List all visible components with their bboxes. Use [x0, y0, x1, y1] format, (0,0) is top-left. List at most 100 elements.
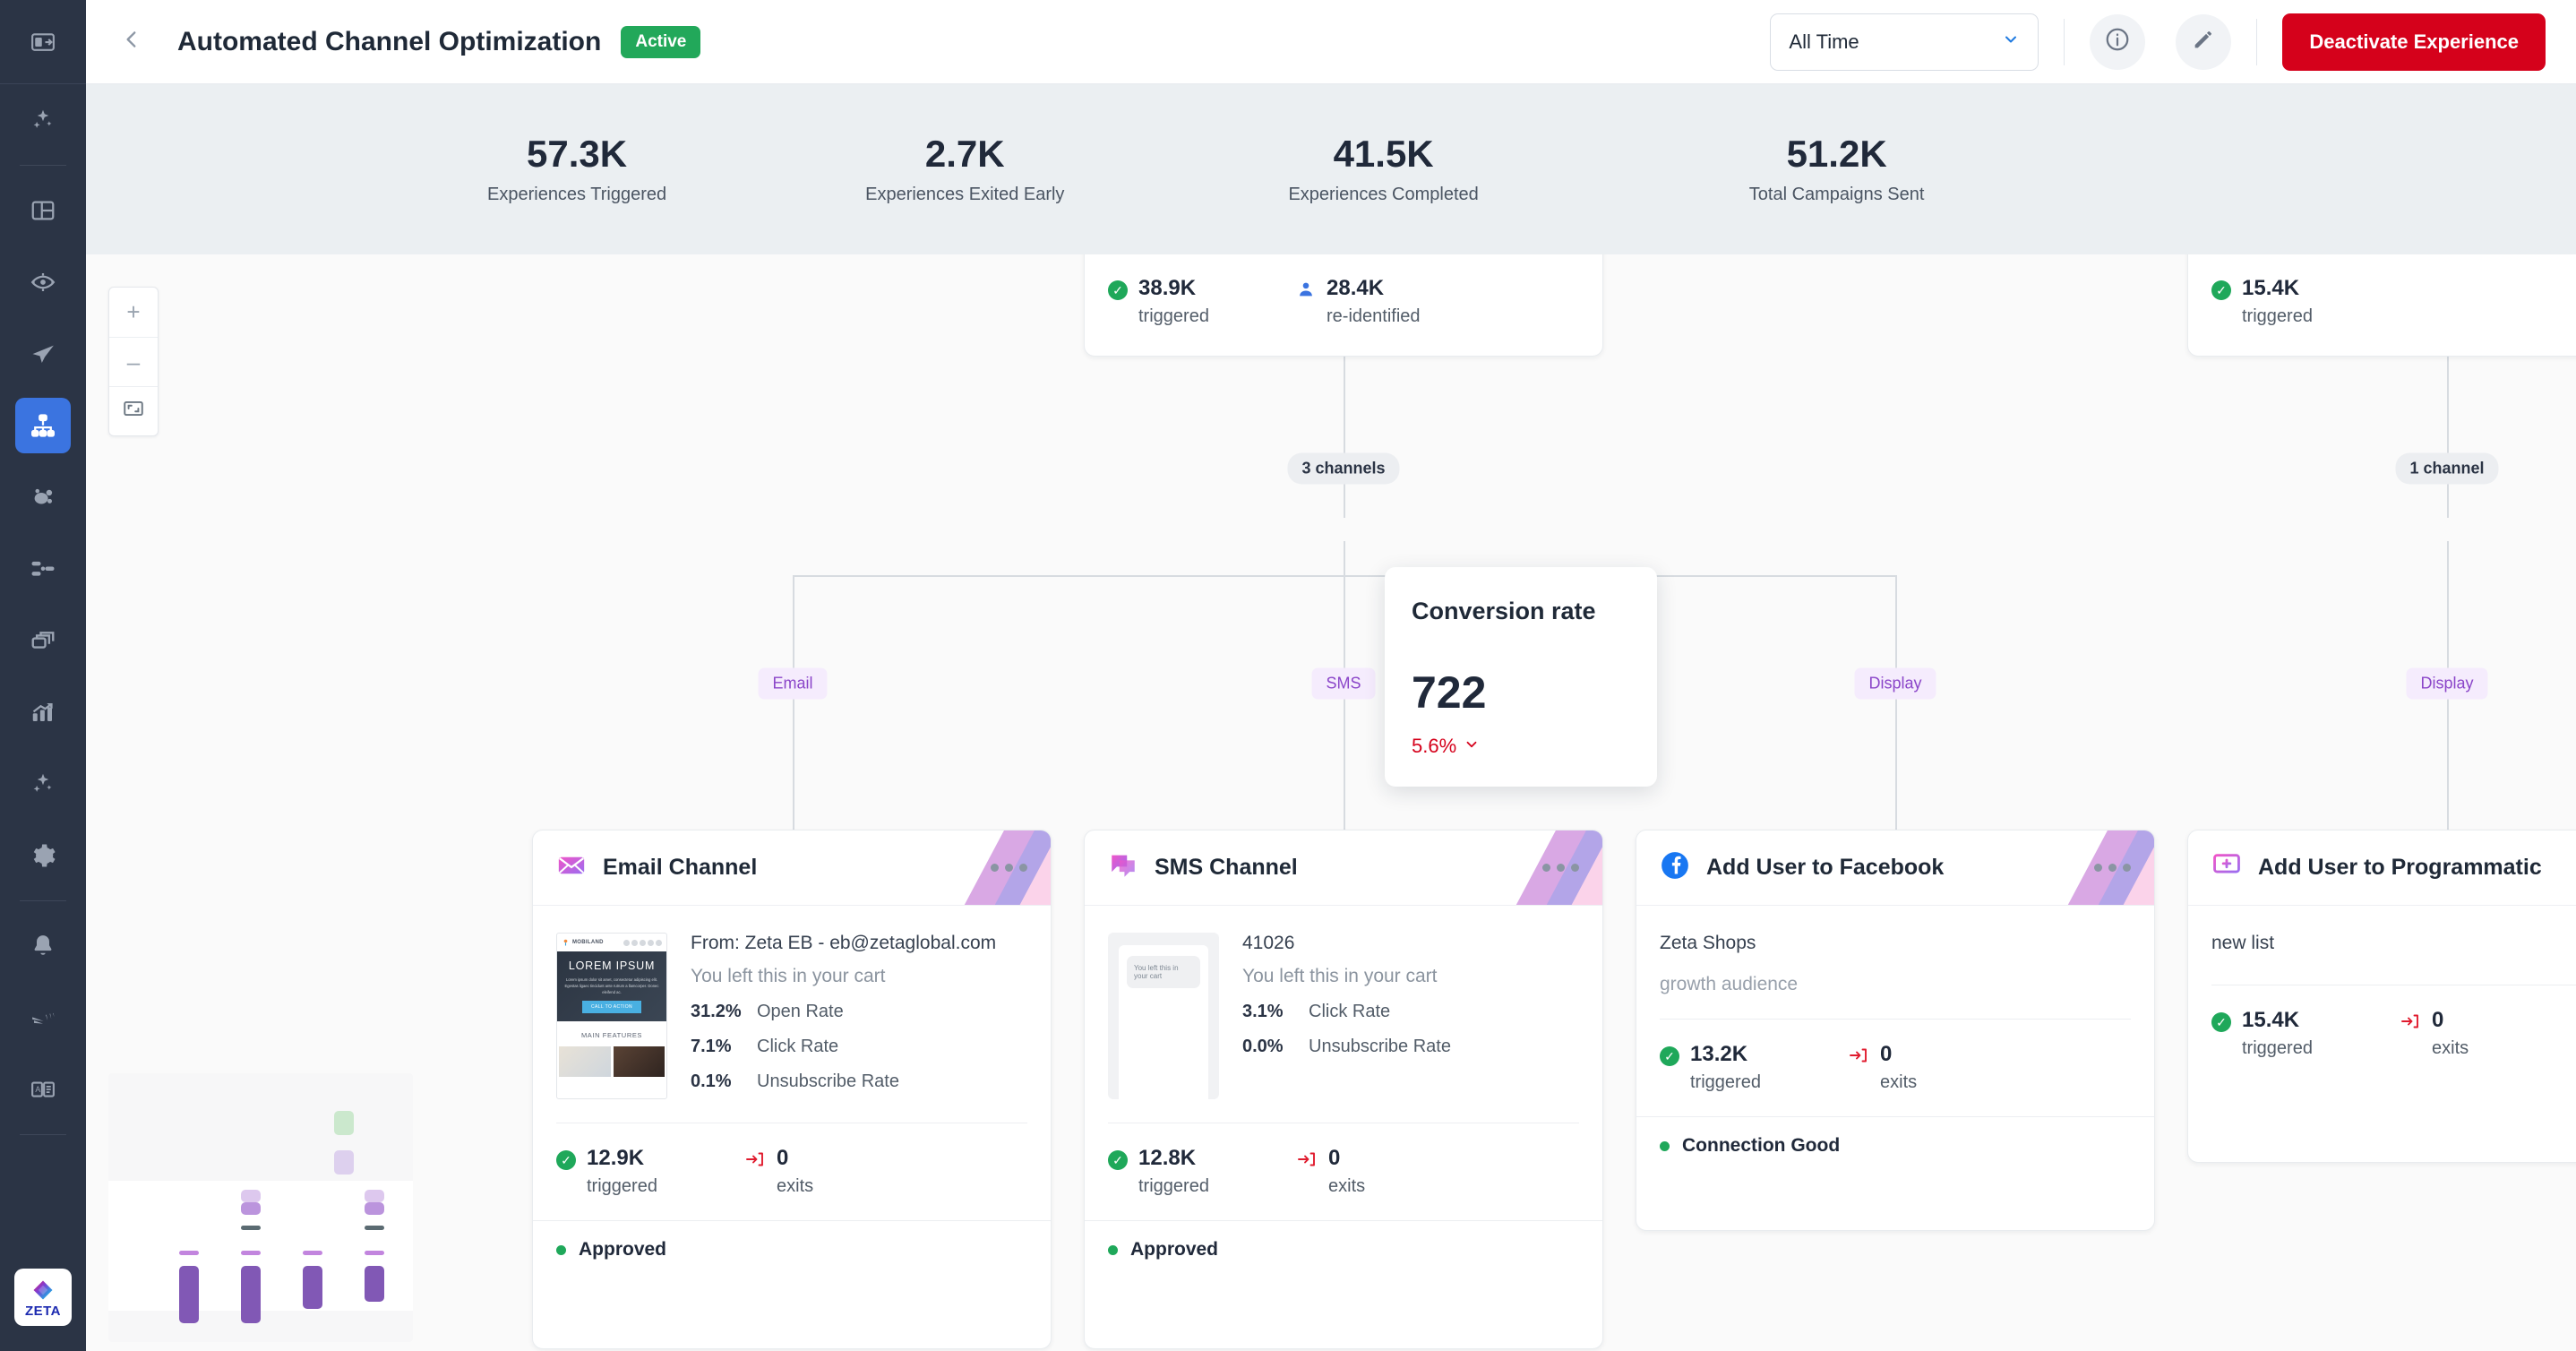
mobiland-logo-icon — [562, 939, 570, 947]
person-icon — [1296, 280, 1316, 304]
channel-pill-sms: SMS — [1311, 668, 1375, 700]
sidebar-item-notifications[interactable] — [15, 918, 71, 974]
zeta-logo-text: ZETA — [25, 1304, 61, 1318]
canvas-minimap[interactable] — [108, 1073, 413, 1342]
metric-value: 3.1% — [1242, 1002, 1309, 1022]
sidebar-item-journeys[interactable] — [15, 541, 71, 597]
sparkle-ai-icon — [30, 107, 56, 133]
stat-label: triggered — [587, 1176, 657, 1197]
more-options-icon[interactable] — [991, 864, 1027, 872]
check-circle-icon: ✓ — [1108, 1150, 1128, 1170]
kpi-value: 57.3K — [487, 133, 666, 175]
info-button[interactable] — [2090, 14, 2145, 70]
sms-shortcode: 41026 — [1242, 933, 1579, 954]
deactivate-experience-button[interactable]: Deactivate Experience — [2282, 13, 2546, 71]
sidebar-item-settings[interactable] — [15, 828, 71, 883]
stat-value: 28.4K — [1327, 277, 1421, 300]
sidebar-item-experiences[interactable] — [15, 398, 71, 453]
panel-toggle-icon[interactable] — [15, 14, 71, 70]
envelope-icon — [556, 850, 587, 885]
flow-canvas[interactable]: + – 3 chan — [86, 254, 2576, 1351]
trigger-node-left[interactable]: ✓ 38.9K triggered 28.4K — [1084, 254, 1603, 357]
thumbnail-brand: MOBILAND — [572, 940, 604, 945]
back-button[interactable] — [107, 18, 156, 66]
date-range-select[interactable]: All Time — [1770, 13, 2039, 71]
kpi-experiences-exited-early: 2.7K Experiences Exited Early — [865, 133, 1064, 204]
stat-exits: 0 exits — [1296, 1147, 1365, 1197]
thumbnail-body: Lorem ipsum dolor sit amet, consectetur … — [562, 977, 661, 995]
minimap-node — [303, 1251, 322, 1255]
kpi-total-campaigns-sent: 51.2K Total Campaigns Sent — [1749, 133, 1925, 204]
stat-label: triggered — [1690, 1072, 1761, 1093]
tooltip-value: 722 — [1412, 670, 1630, 715]
metric-label: Unsubscribe Rate — [1309, 1037, 1451, 1057]
sidebar-item-content[interactable] — [15, 613, 71, 668]
chevron-down-icon — [2002, 30, 2020, 54]
minimap-node — [241, 1251, 261, 1255]
card-add-user-facebook[interactable]: Add User to Facebook Zeta Shops growth a… — [1636, 830, 2155, 1231]
more-options-icon[interactable] — [1542, 864, 1579, 872]
card-status-text: Approved — [579, 1239, 666, 1261]
sidebar-item-dashboard[interactable] — [15, 183, 71, 238]
card-body: Zeta Shops growth audience ✓ 13.2K trigg… — [1636, 906, 2154, 1116]
card-status-text: Approved — [1130, 1239, 1218, 1261]
card-email-channel[interactable]: Email Channel MOBILAND LO — [532, 830, 1052, 1349]
kpi-experiences-triggered: 57.3K Experiences Triggered — [487, 133, 666, 204]
check-circle-icon: ✓ — [2211, 280, 2231, 300]
sidebar-item-activity[interactable] — [15, 990, 71, 1046]
zoom-out-button[interactable]: – — [109, 337, 158, 386]
status-dot — [1660, 1141, 1670, 1151]
sms-preview-thumbnail[interactable]: You left this in your cart — [1108, 933, 1219, 1099]
settings-gear-icon — [30, 842, 56, 869]
metric-label: Unsubscribe Rate — [757, 1071, 899, 1092]
stat-triggered: ✓ 13.2K triggered — [1660, 1043, 1848, 1093]
sidebar-item-reports[interactable] — [15, 684, 71, 740]
fit-to-screen-button[interactable] — [109, 386, 158, 435]
sidebar-item-panel-toggle[interactable] — [0, 0, 86, 84]
card-stats: ✓ 15.4K triggered 0 — [2211, 985, 2576, 1063]
zeta-logo[interactable]: ZETA — [14, 1269, 72, 1326]
sidebar-item-ai-tools[interactable] — [15, 756, 71, 812]
exit-arrow-icon — [2400, 1011, 2421, 1037]
sidebar-divider-1 — [20, 165, 66, 166]
minimap-node — [241, 1202, 261, 1215]
zoom-in-button[interactable]: + — [109, 288, 158, 337]
page-title: Automated Channel Optimization — [177, 27, 601, 57]
sidebar-item-sparkle-ai[interactable] — [15, 92, 71, 148]
kpi-label: Experiences Triggered — [487, 185, 666, 205]
canvas-zoom-controls: + – — [108, 287, 159, 436]
metric-value: 0.1% — [691, 1071, 757, 1092]
sidebar-item-campaigns[interactable] — [15, 326, 71, 382]
stat-triggered: ✓ 38.9K triggered — [1108, 277, 1296, 327]
card-stats: ✓ 13.2K triggered 0 — [1660, 1020, 2131, 1097]
card-footer: Approved — [1085, 1220, 1602, 1278]
card-body: new list ✓ 15.4K triggered — [2188, 906, 2576, 1082]
node-body: ✓ 15.4K triggered — [2188, 254, 2576, 350]
more-options-icon[interactable] — [2094, 864, 2131, 872]
left-sidebar: A ZETA — [0, 0, 86, 1351]
trigger-node-right[interactable]: ✓ 15.4K triggered — [2187, 254, 2576, 357]
sidebar-item-knowledge[interactable]: A — [15, 1062, 71, 1117]
channel-pill-email: Email — [758, 668, 827, 700]
email-details: From: Zeta EB - eb@zetaglobal.com You le… — [691, 933, 1027, 1099]
knowledge-book-icon: A — [30, 1076, 56, 1103]
card-title: SMS Channel — [1155, 855, 1298, 881]
stat-exits: 0 exits — [744, 1147, 813, 1197]
segments-icon — [30, 484, 56, 511]
edit-button[interactable] — [2176, 14, 2231, 70]
kpi-value: 51.2K — [1749, 133, 1925, 175]
tooltip-delta-value: 5.6% — [1412, 735, 1456, 758]
card-stats: ✓ 12.8K triggered 0 — [1108, 1123, 1579, 1200]
sidebar-item-segments[interactable] — [15, 469, 71, 525]
kpi-label: Experiences Completed — [1288, 185, 1478, 205]
conversion-rate-tooltip: Conversion rate 722 5.6% — [1385, 567, 1657, 787]
thumbnail-section-label: MAIN FEATURES — [557, 1021, 666, 1046]
minimap-node — [179, 1266, 199, 1323]
card-sms-channel[interactable]: SMS Channel You left this in your cart 4… — [1084, 830, 1603, 1349]
channel-pill-display: Display — [1854, 668, 1936, 700]
email-preview-thumbnail[interactable]: MOBILAND LOREM IPSUM Lorem ipsum dolor s… — [556, 933, 667, 1099]
card-header: Email Channel — [533, 830, 1051, 906]
metric-value: 7.1% — [691, 1037, 757, 1057]
sidebar-item-audiences[interactable] — [15, 254, 71, 310]
card-add-user-programmatic[interactable]: Add User to Programmatic new list ✓ 15.4… — [2187, 830, 2576, 1163]
